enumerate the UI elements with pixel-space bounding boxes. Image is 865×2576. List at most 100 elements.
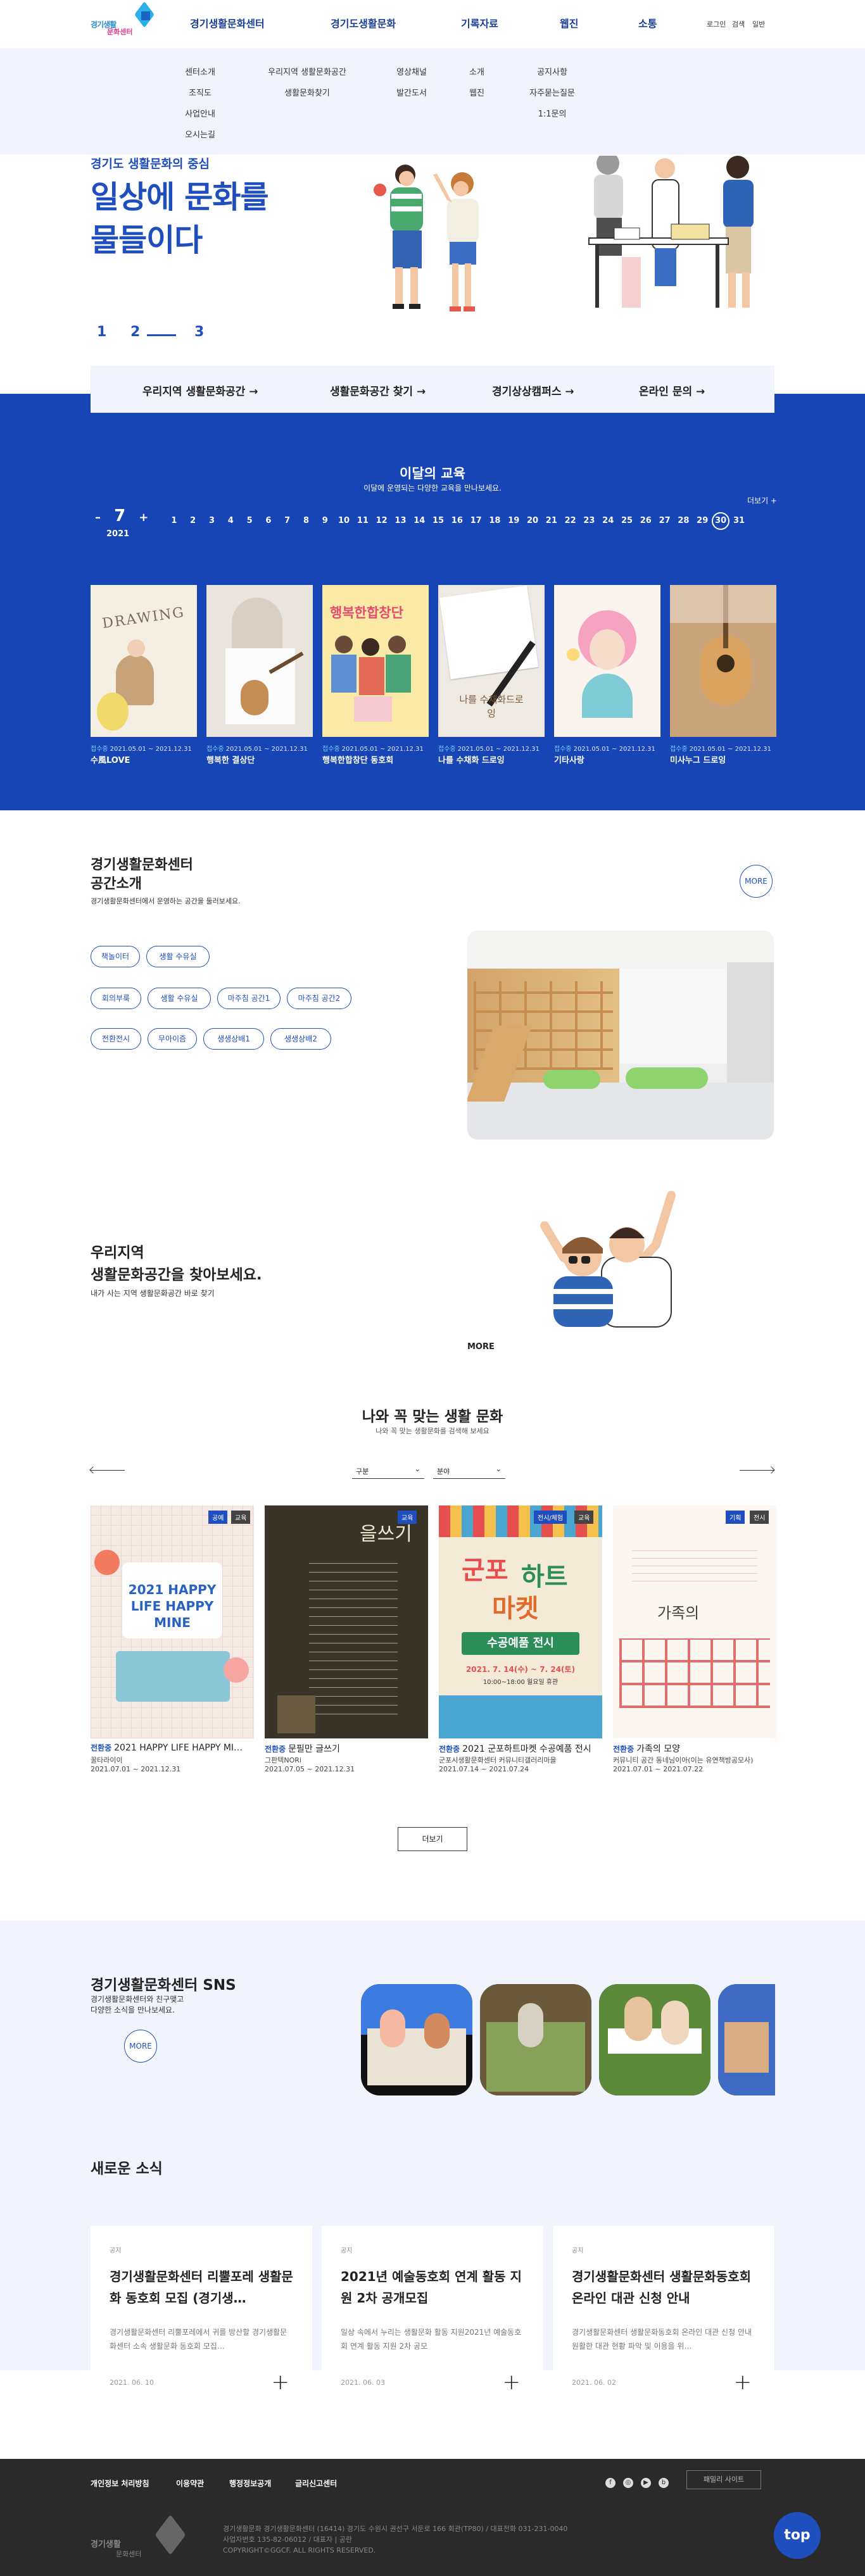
hero-page-1[interactable]: 1: [97, 324, 106, 340]
day-item[interactable]: 8: [297, 516, 316, 525]
hero-page-3[interactable]: 3: [194, 324, 204, 340]
day-item[interactable]: 3: [203, 516, 222, 525]
menu-directions[interactable]: 오시는길: [181, 125, 219, 146]
day-item[interactable]: 12: [372, 516, 391, 525]
program-card[interactable]: 을쓰기 교육 전환중 문필만 글쓰기 그판텍NORi 2021.07.05 ~ 2…: [265, 1505, 428, 1773]
day-item[interactable]: 15: [429, 516, 448, 525]
news-card[interactable]: 공지 경기생활문화센터 생활문화동호회 온라인 대관 신청 안내 경기생활문화센…: [553, 2226, 774, 2411]
load-more-button[interactable]: 더보기: [398, 1827, 467, 1851]
space-tag[interactable]: 마주침 공간2: [287, 988, 351, 1009]
day-item[interactable]: 16: [448, 516, 467, 525]
sns-post[interactable]: [480, 1984, 591, 2095]
day-item[interactable]: 26: [636, 516, 655, 525]
news-card[interactable]: 공지 2021년 예술동호회 연계 활동 지원 2차 공개모집 일상 속에서 누…: [322, 2226, 543, 2411]
program-card[interactable]: 군포 하트 마켓 수공예품 전시 2021. 7. 14(수) ~ 7. 24(…: [439, 1505, 602, 1773]
sns-post[interactable]: [718, 1984, 775, 2095]
space-tag[interactable]: 회의부룩: [91, 988, 141, 1009]
menu-intro[interactable]: 소개: [461, 62, 493, 83]
blog-icon[interactable]: b: [659, 2478, 669, 2488]
sns-post[interactable]: [361, 1984, 472, 2095]
day-item[interactable]: 21: [542, 516, 561, 525]
menu-business[interactable]: 사업안내: [181, 104, 219, 125]
space-tag[interactable]: 생활 수유실: [148, 988, 211, 1009]
day-item[interactable]: 10: [334, 516, 353, 525]
sns-more-button[interactable]: MORE: [124, 2030, 157, 2063]
day-item[interactable]: 17: [467, 516, 486, 525]
edu-card[interactable]: 행복한합창단 접수중 2021.05.01 ~ 2021.12.31 행복한합창단…: [322, 585, 429, 765]
day-item[interactable]: 23: [580, 516, 599, 525]
footer-privacy-link[interactable]: 개인정보 처리방침: [91, 2478, 149, 2489]
space-tag[interactable]: 전환전시: [91, 1028, 141, 1050]
login-link[interactable]: 로그인: [707, 19, 726, 29]
edu-card[interactable]: DRAWING 접수중 2021.05.01 ~ 2021.12.31 수風LOV…: [91, 585, 197, 765]
menu-notice[interactable]: 공지사항: [521, 62, 584, 83]
quick-campus[interactable]: 경기상상캠퍼스 →: [492, 382, 574, 398]
day-item[interactable]: 9: [315, 516, 334, 525]
day-item[interactable]: 19: [504, 516, 523, 525]
month-next-button[interactable]: +: [139, 511, 148, 524]
day-item[interactable]: 29: [693, 516, 712, 525]
gnb-gyeonggi[interactable]: 경기도생활문화: [331, 15, 396, 30]
news-card[interactable]: 공지 경기생활문화센터 리뿔포레 생활문화 동호회 모집 (경기생… 경기생활문…: [91, 2226, 312, 2411]
prev-arrow[interactable]: [89, 1466, 125, 1474]
day-item[interactable]: 2: [184, 516, 203, 525]
menu-org[interactable]: 조직도: [181, 83, 219, 104]
day-item[interactable]: 4: [221, 516, 240, 525]
menu-qna[interactable]: 1:1문의: [521, 104, 584, 125]
month-prev-button[interactable]: –: [95, 511, 101, 524]
region-more-link[interactable]: MORE: [467, 1342, 495, 1352]
space-tag[interactable]: 생생상배1: [203, 1028, 264, 1050]
gnb-archive[interactable]: 기록자료: [461, 15, 498, 30]
menu-faq[interactable]: 자주묻는질문: [521, 83, 584, 104]
plus-icon[interactable]: +: [734, 2372, 752, 2393]
edu-card[interactable]: 나를 수채화드로잉 접수중 2021.05.01 ~ 2021.12.31 나를 …: [438, 585, 545, 765]
plus-icon[interactable]: +: [503, 2372, 521, 2393]
edu-more-link[interactable]: 더보기 +: [747, 495, 777, 506]
mode-link[interactable]: 일반: [752, 19, 765, 29]
next-arrow[interactable]: [740, 1466, 775, 1474]
menu-local-space[interactable]: 우리지역 생활문화공간: [253, 62, 361, 83]
edu-card[interactable]: 접수중 2021.05.01 ~ 2021.12.31 미사누그 드로잉: [670, 585, 776, 765]
space-more-button[interactable]: MORE: [740, 865, 773, 898]
edu-card[interactable]: 접수중 2021.05.01 ~ 2021.12.31 기타사랑: [554, 585, 660, 765]
scroll-top-button[interactable]: top: [774, 2512, 821, 2559]
space-tag[interactable]: 마주침 공간1: [217, 988, 281, 1009]
category-select[interactable]: 구분 ⌄: [352, 1464, 424, 1479]
day-item[interactable]: 20: [523, 516, 542, 525]
search-link[interactable]: 검색: [732, 19, 745, 29]
menu-webzine[interactable]: 웹진: [461, 83, 493, 104]
quick-online-inquiry[interactable]: 온라인 문의 →: [639, 382, 705, 398]
space-tag[interactable]: 무아이즘: [148, 1028, 197, 1050]
footer-terms-link[interactable]: 이용약관: [176, 2478, 204, 2489]
footer-report-link[interactable]: 글리신고센터: [295, 2478, 337, 2489]
day-item[interactable]: 28: [674, 516, 693, 525]
hero-page-2[interactable]: 2: [130, 324, 140, 340]
space-tag[interactable]: 생활 수유실: [146, 946, 210, 967]
day-item[interactable]: 13: [391, 516, 410, 525]
footer-public-info-link[interactable]: 행정정보공개: [229, 2478, 271, 2489]
menu-about[interactable]: 센터소개: [181, 62, 219, 83]
gnb-webzine[interactable]: 웹진: [560, 15, 578, 30]
day-item[interactable]: 5: [240, 516, 259, 525]
day-item[interactable]: 22: [561, 516, 580, 525]
day-item[interactable]: 1: [165, 516, 184, 525]
sns-post[interactable]: [599, 1984, 710, 2095]
quick-find-space[interactable]: 생활문화공간 찾기 →: [330, 382, 426, 398]
day-item[interactable]: 27: [655, 516, 674, 525]
site-logo[interactable]: 경기생활 문화센터: [91, 1, 163, 39]
day-item[interactable]: 24: [598, 516, 617, 525]
day-item[interactable]: 31: [729, 516, 748, 525]
day-item[interactable]: 18: [486, 516, 505, 525]
day-item[interactable]: 25: [617, 516, 636, 525]
instagram-icon[interactable]: ◎: [623, 2478, 633, 2488]
day-item[interactable]: 7: [278, 516, 297, 525]
field-select[interactable]: 분야 ⌄: [433, 1464, 505, 1479]
family-site-select[interactable]: 패밀리 사이트: [686, 2470, 761, 2489]
program-card[interactable]: 가족의 기획 전시 전환중 가족의 모양 커뮤니티 공간 동네님이아(이는 유연책…: [613, 1505, 776, 1773]
menu-video[interactable]: 영상채널: [386, 62, 437, 83]
menu-find-culture[interactable]: 생활문화찾기: [253, 83, 361, 104]
day-item[interactable]: 14: [410, 516, 429, 525]
gnb-community[interactable]: 소통: [638, 15, 657, 30]
space-tag[interactable]: 생생상배2: [270, 1028, 331, 1050]
edu-card[interactable]: 접수중 2021.05.01 ~ 2021.12.31 행복한 결상단: [206, 585, 313, 765]
